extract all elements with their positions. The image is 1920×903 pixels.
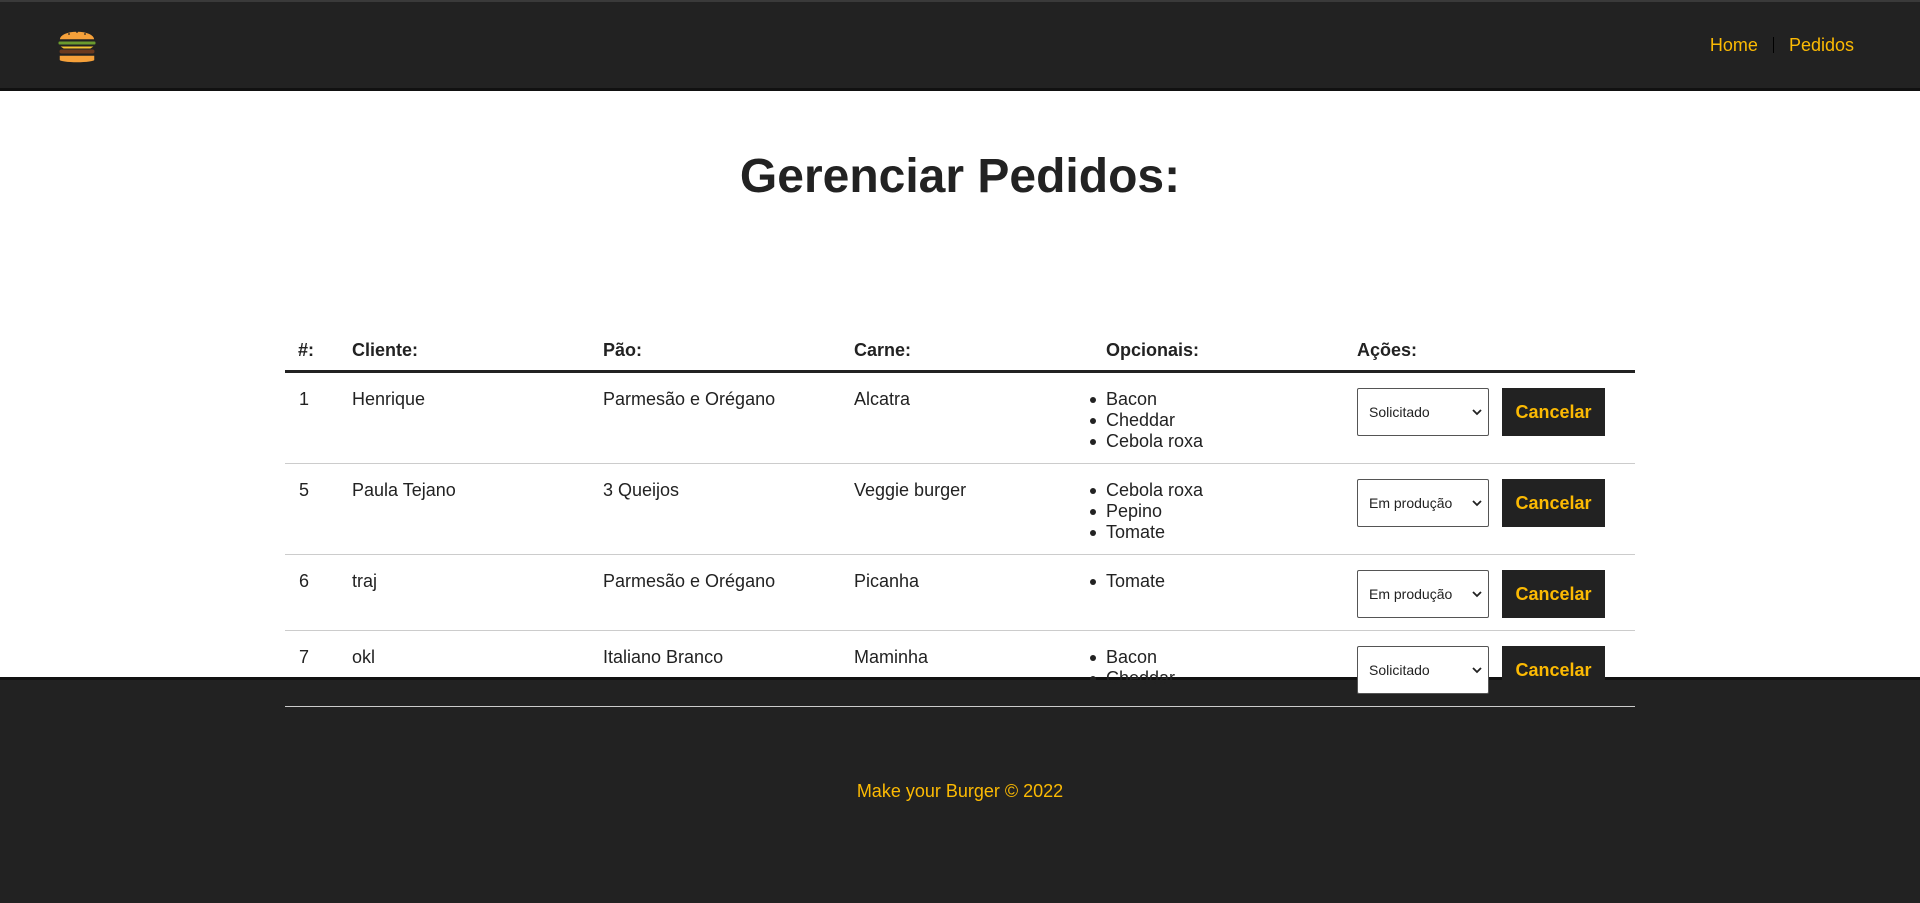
order-id: 1	[299, 389, 310, 409]
order-meat: Veggie burger	[854, 480, 967, 500]
optional-item: Bacon	[1090, 389, 1357, 410]
table-row: 1 Henrique Parmesão e Orégano Alcatra Ba…	[285, 373, 1635, 464]
order-optionals: Cebola roxa Pepino Tomate	[1090, 464, 1357, 554]
order-bread: Parmesão e Orégano	[603, 389, 776, 409]
order-bread: Parmesão e Orégano	[603, 571, 776, 591]
status-select-value: Solicitado	[1369, 662, 1430, 678]
chevron-down-icon	[1472, 409, 1482, 416]
status-select-value: Em produção	[1369, 586, 1453, 602]
chevron-down-icon	[1472, 667, 1482, 674]
header-optionals: Opcionais:	[1106, 340, 1200, 360]
order-client: Henrique	[352, 389, 426, 409]
header-client: Cliente:	[352, 340, 419, 360]
order-client: traj	[352, 571, 378, 591]
status-select-value: Solicitado	[1369, 404, 1430, 420]
cancel-button[interactable]: Cancelar	[1502, 479, 1605, 527]
order-optionals: Bacon Cheddar	[1090, 631, 1357, 706]
order-actions: Solicitado Cancelar	[1357, 373, 1635, 463]
orders-table: #: Cliente: Pão: Carne: Opcionais: Ações…	[285, 315, 1635, 707]
status-select[interactable]: Solicitado	[1357, 646, 1489, 694]
order-id: 6	[299, 571, 310, 591]
order-client: Paula Tejano	[352, 480, 456, 500]
nav-link-home[interactable]: Home	[1710, 35, 1758, 56]
nav-separator	[1772, 37, 1774, 53]
status-select[interactable]: Solicitado	[1357, 388, 1489, 436]
page-title: Gerenciar Pedidos:	[739, 150, 1181, 203]
burger-logo-icon[interactable]	[56, 22, 102, 68]
table-header: #: Cliente: Pão: Carne: Opcionais: Ações…	[285, 315, 1635, 373]
cancel-button[interactable]: Cancelar	[1502, 570, 1605, 618]
status-select[interactable]: Em produção	[1357, 570, 1489, 618]
optional-item: Tomate	[1090, 571, 1357, 592]
cancel-button[interactable]: Cancelar	[1502, 646, 1605, 694]
order-actions: Em produção Cancelar	[1357, 555, 1635, 630]
footer-text: Make your Burger © 2022	[856, 781, 1064, 801]
table-row: 5 Paula Tejano 3 Queijos Veggie burger C…	[285, 464, 1635, 555]
nav-link-pedidos[interactable]: Pedidos	[1789, 35, 1854, 56]
order-actions: Em produção Cancelar	[1357, 464, 1635, 554]
main-content: Gerenciar Pedidos: #: Cliente: Pão: Carn…	[0, 91, 1920, 707]
status-select[interactable]: Em produção	[1357, 479, 1489, 527]
optional-item: Tomate	[1090, 522, 1357, 543]
order-bread: Italiano Branco	[603, 647, 724, 667]
order-actions: Solicitado Cancelar	[1357, 631, 1635, 706]
order-id: 7	[299, 647, 310, 667]
header-meat: Carne:	[854, 340, 912, 360]
order-optionals: Bacon Cheddar Cebola roxa	[1090, 373, 1357, 463]
optional-item: Bacon	[1090, 647, 1357, 668]
chevron-down-icon	[1472, 591, 1482, 598]
header-id: #:	[298, 340, 315, 360]
table-row: 7 okl Italiano Branco Maminha Bacon Ched…	[285, 631, 1635, 707]
chevron-down-icon	[1472, 500, 1482, 507]
top-navbar: Home Pedidos	[0, 0, 1920, 91]
optional-item: Cheddar	[1090, 410, 1357, 431]
order-bread: 3 Queijos	[603, 480, 680, 500]
optional-item: Cheddar	[1090, 668, 1357, 689]
header-actions: Ações:	[1357, 340, 1418, 360]
footer: Make your Burger © 2022	[0, 677, 1920, 903]
order-client: okl	[352, 647, 376, 667]
order-meat: Alcatra	[854, 389, 911, 409]
table-row: 6 traj Parmesão e Orégano Picanha Tomate…	[285, 555, 1635, 631]
optional-item: Cebola roxa	[1090, 480, 1357, 501]
order-optionals: Tomate	[1090, 555, 1357, 630]
order-meat: Picanha	[854, 571, 920, 591]
order-meat: Maminha	[854, 647, 929, 667]
cancel-button[interactable]: Cancelar	[1502, 388, 1605, 436]
optional-item: Cebola roxa	[1090, 431, 1357, 452]
status-select-value: Em produção	[1369, 495, 1453, 511]
order-id: 5	[299, 480, 310, 500]
header-bread: Pão:	[603, 340, 643, 360]
optional-item: Pepino	[1090, 501, 1357, 522]
